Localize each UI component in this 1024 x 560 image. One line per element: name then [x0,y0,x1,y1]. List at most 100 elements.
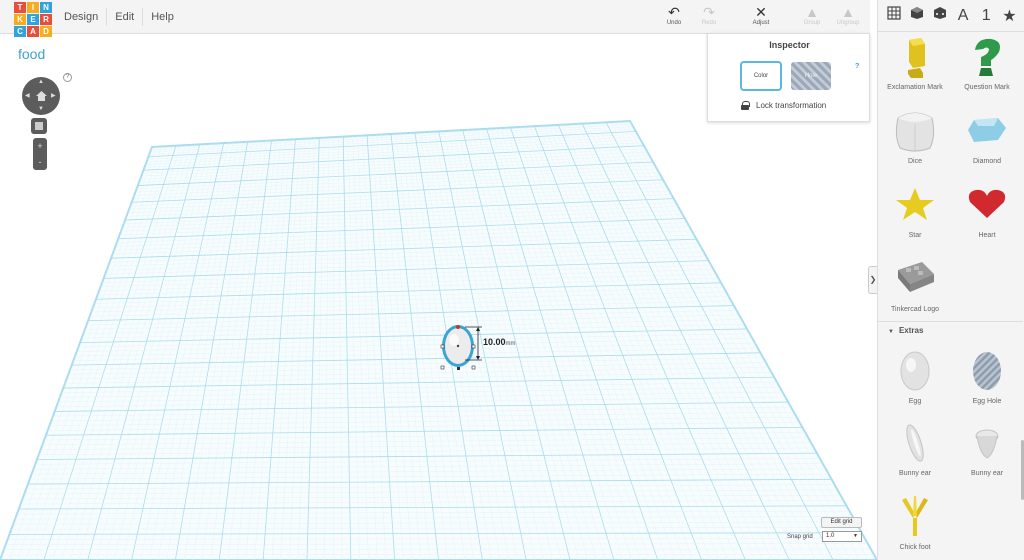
shape-label: Tinkercad Logo [891,306,939,313]
color-button[interactable]: Color [740,61,782,91]
shape-label: Bunny ear [899,470,931,477]
collapse-sidebar-button[interactable]: ❯ [868,266,877,294]
favorites-tab[interactable]: ★ [999,6,1019,26]
dimension-unit: mm [505,341,516,347]
adjust-icon: ✕ [755,4,767,20]
star-icon [896,188,934,220]
logo-letter: I [27,2,39,13]
group-label: Group [803,20,821,26]
menu-edit[interactable]: Edit [107,8,144,26]
shape-chick-foot[interactable]: Chick foot [878,494,952,551]
orbit-control[interactable]: ▲ ▼ ◀ ▶ [22,77,60,115]
chevron-right-icon: ❯ [869,275,877,284]
adjust-button[interactable]: ✕ Adjust [741,4,781,26]
logo-letter: E [27,14,39,25]
zoom-in-button[interactable]: + [33,138,47,154]
undo-label: Undo [666,20,682,26]
undo-icon: ↶ [668,4,680,20]
chevron-down-icon: ▼ [853,533,858,539]
shape-label: Dice [907,158,922,165]
shape-egg[interactable]: Egg [878,348,952,405]
shape-star[interactable]: Star [878,182,952,239]
ungroup-label: Ungroup [836,20,860,26]
redo-label: Redo [701,20,717,26]
extras-section-header[interactable]: ▼ Extras [878,321,1023,339]
snap-grid-value: 1.0 [826,533,835,539]
shape-label: Exclamation Mark [887,84,943,91]
ungroup-icon: ▲ [841,4,855,20]
zoom-control: + - [33,138,47,170]
shape-label: Bunny ear [971,470,1003,477]
heart-icon [968,189,1006,218]
logo-letter: K [14,14,26,25]
grid-view-icon[interactable] [884,6,904,25]
shape-label: Star [908,232,922,239]
snap-grid-label: Snap grid [787,534,813,540]
redo-icon: ↷ [703,4,715,20]
tinkercad-logo-icon [898,262,934,292]
sidebar-tabs: A 1 ★ [878,0,1024,32]
shape-bunny-ear[interactable]: Bunny ear [878,420,952,477]
zoom-out-button[interactable]: - [33,154,47,170]
shape-label: Chick foot [899,544,931,551]
logo-letter: R [40,14,52,25]
nav-help-icon[interactable]: ? [63,73,72,82]
logo-letter: T [14,2,26,13]
shape-dice[interactable]: Dice [878,108,952,165]
shape-heart[interactable]: Heart [950,182,1024,239]
tinkercad-logo[interactable]: T I N K E R C A D [14,2,52,37]
box-view-icon[interactable] [907,6,927,25]
menu-design[interactable]: Design [56,8,108,26]
chevron-down-icon: ▼ [888,329,894,335]
numbers-tab[interactable]: 1 [976,7,996,25]
lock-label: Lock transformation [756,101,827,110]
group-icon: ▲ [805,4,819,20]
group-button[interactable]: ▲ Group [792,4,832,26]
shape-exclamation-mark[interactable]: Exclamation Mark [878,36,952,91]
project-name[interactable]: food [18,46,45,62]
egg-hole-icon [973,352,1001,390]
diamond-icon [968,118,1006,142]
top-toolbar: T I N K E R C A D Design Edit Help ↶ Und… [0,0,870,37]
orbit-down-icon: ▼ [38,106,44,112]
shape-bunny-ear-2[interactable]: Bunny ear [950,420,1024,477]
shape-label: Heart [978,232,996,239]
lock-icon [741,101,750,110]
shape-diamond[interactable]: Diamond [950,108,1024,165]
edit-grid-button[interactable]: Edit grid [821,517,862,528]
orbit-up-icon: ▲ [38,79,44,85]
ungroup-button[interactable]: ▲ Ungroup [828,4,868,26]
main-menu: Design Edit Help [56,8,182,26]
dimension-value[interactable]: 10.00mm [483,337,516,347]
snap-grid-select[interactable]: 1.0 ▼ [822,531,862,542]
cube-icon [35,122,43,130]
bunny-ear-icon [975,429,999,459]
redo-button[interactable]: ↷ Redo [689,4,729,26]
bunny-ear-icon [906,424,924,462]
shape-label: Question Mark [964,84,1010,91]
shape-egg-hole[interactable]: Egg Hole [950,348,1024,405]
lock-transformation[interactable]: Lock transformation [741,101,826,110]
shape-label: Diamond [972,158,1001,165]
home-view-icon[interactable] [34,89,48,103]
section-title: Extras [898,326,924,335]
inspector-help-icon[interactable]: ? [855,63,859,70]
shape-question-mark[interactable]: Question Mark [950,36,1024,91]
egg-icon [900,351,930,391]
undo-button[interactable]: ↶ Undo [654,4,694,26]
shape-tinkercad-logo[interactable]: Tinkercad Logo [878,256,952,313]
shapes-sidebar: A 1 ★ Exclamation Mark Question Mark Dic… [877,0,1024,560]
question-mark-icon [975,38,1000,76]
inspector-panel: Inspector Color Hole ? Lock transformati… [707,33,870,122]
hole-button[interactable]: Hole [791,62,831,90]
dice-view-icon[interactable] [930,6,950,25]
orbit-left-icon: ◀ [25,93,30,99]
logo-letter: N [40,2,52,13]
orbit-right-icon: ▶ [51,93,56,99]
chick-foot-icon [902,496,928,536]
dice-icon [895,112,935,152]
letters-tab[interactable]: A [953,7,973,25]
menu-help[interactable]: Help [143,8,182,26]
view-cube-button[interactable] [31,118,47,134]
adjust-label: Adjust [752,20,770,26]
